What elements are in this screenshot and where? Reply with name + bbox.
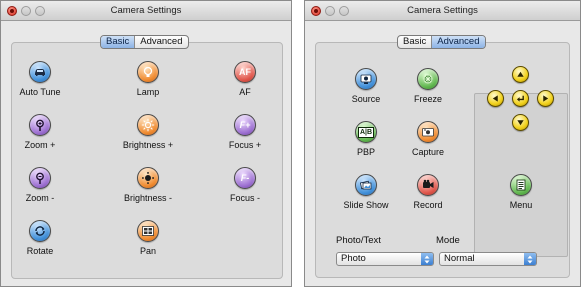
tab-bar: Basic Advanced [397, 35, 486, 49]
button-label: Capture [411, 147, 445, 157]
car-icon [29, 61, 51, 83]
menu-button[interactable]: Menu [481, 174, 561, 210]
record-button[interactable]: Record [388, 174, 468, 210]
photo-text-label: Photo/Text [336, 235, 381, 246]
auto-tune-button[interactable]: Auto Tune [0, 61, 80, 97]
zoom-out-icon [29, 167, 51, 189]
slide-show-icon [355, 174, 377, 196]
button-label: Focus - [229, 193, 260, 203]
window-title: Camera Settings [110, 5, 182, 16]
zoom-in-button[interactable]: Zoom + [0, 114, 80, 150]
button-label: AF [239, 87, 251, 97]
focus-plus-icon: F+ [234, 114, 256, 136]
tab-basic[interactable]: Basic [101, 36, 135, 48]
af-icon: AF [234, 61, 256, 83]
enter-icon[interactable] [512, 90, 529, 107]
button-label: Brightness - [123, 193, 173, 203]
rotate-icon [29, 220, 51, 242]
button-label: Zoom + [24, 140, 56, 150]
mode-value: Normal [444, 253, 475, 264]
button-label: Brightness + [122, 140, 174, 150]
capture-button[interactable]: Capture [388, 121, 468, 157]
focus-plus-button[interactable]: F+ Focus + [205, 114, 285, 150]
camera-settings-window-basic: Camera Settings Auto Tune Lamp AF AF Zoo… [0, 0, 292, 287]
titlebar: Camera Settings [305, 1, 580, 21]
pbp-icon: A|B [355, 121, 377, 143]
lamp-button[interactable]: Lamp [108, 61, 188, 97]
menu-icon [510, 174, 532, 196]
zoom-out-button[interactable]: Zoom - [0, 167, 80, 203]
zoom-in-icon [29, 114, 51, 136]
photo-text-value: Photo [341, 253, 366, 264]
button-label: Pan [139, 246, 156, 256]
select-arrows-icon [524, 253, 536, 265]
lamp-icon [137, 61, 159, 83]
tab-basic[interactable]: Basic [398, 36, 431, 48]
mode-label: Mode [436, 235, 460, 246]
freeze-icon [417, 68, 439, 90]
capture-icon [417, 121, 439, 143]
pan-button[interactable]: Pan [108, 220, 188, 256]
tab-advanced[interactable]: Advanced [134, 36, 187, 48]
window-title: Camera Settings [407, 5, 478, 16]
photo-text-select[interactable]: Photo [336, 252, 434, 266]
tab-advanced[interactable]: Advanced [431, 36, 485, 48]
source-icon [355, 68, 377, 90]
rotate-button[interactable]: Rotate [0, 220, 80, 256]
select-arrows-icon [421, 253, 433, 265]
brightness-down-button[interactable]: Brightness - [108, 167, 188, 203]
brightness-up-button[interactable]: Brightness + [108, 114, 188, 150]
arrow-down-icon[interactable] [512, 114, 529, 131]
record-icon [417, 174, 439, 196]
titlebar: Camera Settings [1, 1, 291, 21]
brightness-up-icon [137, 114, 159, 136]
camera-settings-window-advanced: Camera Settings Source A|B PBP Slide Sho… [304, 0, 581, 287]
button-label: Focus + [228, 140, 262, 150]
button-label: Lamp [136, 87, 160, 97]
freeze-button[interactable]: Freeze [388, 68, 468, 104]
basic-panel: Auto Tune Lamp AF AF Zoom + Brightness +… [11, 42, 283, 279]
focus-minus-icon: F- [234, 167, 256, 189]
tab-bar: Basic Advanced [100, 35, 189, 49]
arrow-up-icon[interactable] [512, 66, 529, 83]
button-label: Zoom - [25, 193, 55, 203]
mode-select[interactable]: Normal [439, 252, 537, 266]
button-label: Record [413, 200, 443, 210]
arrow-right-icon[interactable] [537, 90, 554, 107]
focus-minus-button[interactable]: F- Focus - [205, 167, 285, 203]
button-label: Menu [509, 200, 533, 210]
button-label: Rotate [26, 246, 54, 256]
advanced-panel: Source A|B PBP Slide Show Freeze Capture… [315, 42, 570, 278]
button-label: Freeze [413, 94, 442, 104]
arrow-left-icon[interactable] [487, 90, 504, 107]
af-button[interactable]: AF AF [205, 61, 285, 97]
brightness-down-icon [137, 167, 159, 189]
pan-icon [137, 220, 159, 242]
button-label: Auto Tune [19, 87, 61, 97]
